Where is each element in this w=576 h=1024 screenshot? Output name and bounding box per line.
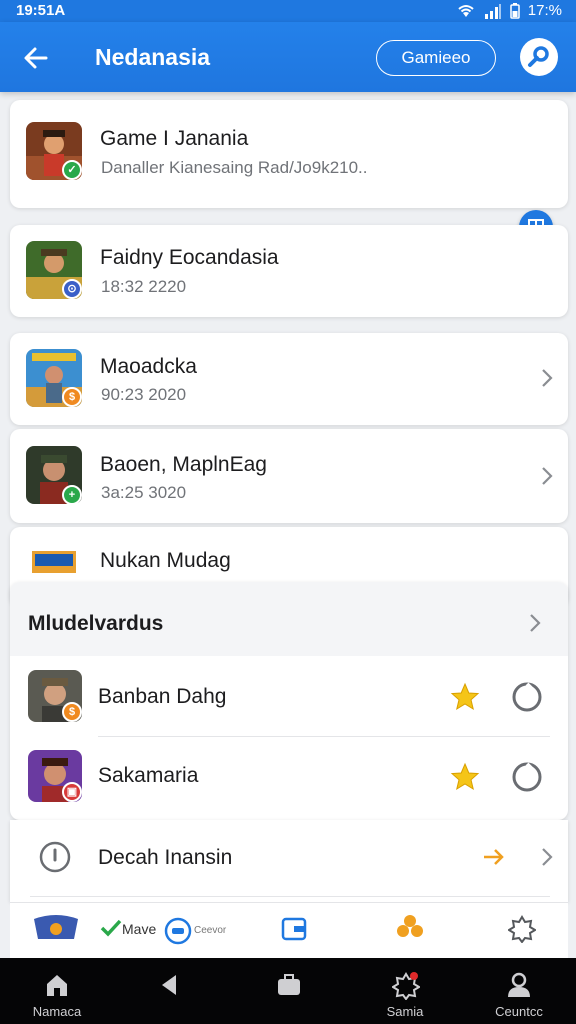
- nav-profile[interactable]: Ceuntcc: [474, 958, 564, 1024]
- home-icon: [47, 975, 67, 996]
- card-title: Faidny Eocandasia: [100, 246, 279, 269]
- game-thumbnail: [26, 549, 82, 579]
- section-title: Mludelvardus: [28, 612, 164, 635]
- nav-back[interactable]: [124, 958, 214, 1024]
- card-title: Maoadcka: [100, 355, 197, 378]
- battery-level: 17:%: [527, 2, 562, 19]
- game-card[interactable]: + Baoen, MaplnEag 3a:25 3020: [10, 429, 568, 523]
- nav-recents[interactable]: [244, 958, 334, 1024]
- signal-icon: [484, 3, 502, 19]
- divider: [98, 736, 550, 737]
- game-card[interactable]: $ Maoadcka 90:23 2020: [10, 333, 568, 425]
- game-card[interactable]: ✓ Game I Janania Danaller Kianesaing Rad…: [10, 100, 568, 208]
- refresh-icon[interactable]: [510, 760, 544, 794]
- coin-icon: $: [62, 702, 82, 722]
- move-label[interactable]: Mave: [122, 921, 156, 937]
- check-icon: ✓: [62, 160, 82, 180]
- triangle-back-icon: [162, 975, 176, 995]
- divider: [30, 896, 550, 897]
- list-item-title: Banban Dahg: [98, 685, 227, 708]
- chevron-right-icon: [530, 614, 541, 632]
- star-icon[interactable]: [450, 682, 480, 712]
- shield-icon[interactable]: [30, 915, 82, 943]
- coin-icon: $: [62, 387, 82, 407]
- chevron-right-icon: [542, 467, 553, 485]
- star-icon[interactable]: [450, 762, 480, 792]
- briefcase-icon: [278, 974, 300, 995]
- card-title: Nukan Mudag: [100, 549, 231, 572]
- arrow-left-icon: [24, 47, 48, 69]
- info-icon: [39, 841, 71, 873]
- nav-home-label: Namaca: [32, 1004, 82, 1019]
- nav-profile-label: Ceuntcc: [495, 1004, 543, 1019]
- game-card[interactable]: ⊙ Faidny Eocandasia 18:32 2220: [10, 225, 568, 317]
- nav-home[interactable]: Namaca: [12, 958, 102, 1024]
- nav-alerts-label: Samia: [386, 1004, 424, 1019]
- list-item-title: Sakamaria: [98, 764, 199, 787]
- page-title: Nedanasia: [95, 44, 211, 70]
- section-header[interactable]: Mludelvardus: [10, 582, 568, 656]
- status-bar: 19:51A 17:%: [0, 0, 576, 22]
- games-button[interactable]: Gamieeo: [376, 40, 496, 76]
- user-icon: [508, 972, 530, 997]
- card-title: Baoen, MaplnEag: [100, 453, 267, 476]
- chat-label: Ceevor: [194, 925, 227, 936]
- card-subtitle: 90:23 2020: [101, 385, 187, 404]
- card-subtitle: 18:32 2220: [101, 277, 187, 296]
- wallet-icon[interactable]: [280, 915, 308, 943]
- check-icon[interactable]: [100, 919, 122, 937]
- arrow-right-icon: [484, 849, 504, 865]
- gear-icon[interactable]: [508, 915, 536, 943]
- app-bar: Nedanasia Gamieeo: [0, 22, 576, 92]
- plus-icon: +: [62, 485, 82, 505]
- chat-icon[interactable]: [164, 917, 192, 945]
- back-button[interactable]: [18, 40, 54, 76]
- game-section: Mludelvardus $ Banban Dahg ▣ Sakamaria: [10, 582, 568, 820]
- gear-icon: [392, 972, 420, 1000]
- controller-icon: ⊙: [62, 279, 82, 299]
- battery-icon: [510, 2, 520, 19]
- refresh-icon[interactable]: [510, 680, 544, 714]
- chevron-right-icon: [542, 848, 553, 866]
- status-time: 19:51A: [16, 2, 66, 19]
- nav-alerts[interactable]: Samia: [360, 958, 450, 1024]
- card-subtitle: 3a:25 3020: [101, 483, 187, 502]
- chevron-right-icon: [542, 369, 553, 387]
- list-item-title: Decah Inansin: [98, 846, 233, 869]
- search-button[interactable]: [520, 38, 558, 76]
- wifi-icon: [456, 3, 476, 19]
- list-item[interactable]: Decah Inansin: [10, 820, 568, 902]
- card-subtitle: Danaller Kianesaing Rad/Jo9k210..: [101, 158, 368, 177]
- mini-toolbar: Mave Ceevor: [10, 902, 568, 959]
- puzzle-icon[interactable]: [396, 913, 424, 943]
- card-title: Game I Janania: [100, 127, 249, 150]
- search-icon: [528, 46, 549, 67]
- gift-icon: ▣: [62, 782, 82, 802]
- bottom-navigation: Namaca Samia Ceuntcc: [0, 958, 576, 1024]
